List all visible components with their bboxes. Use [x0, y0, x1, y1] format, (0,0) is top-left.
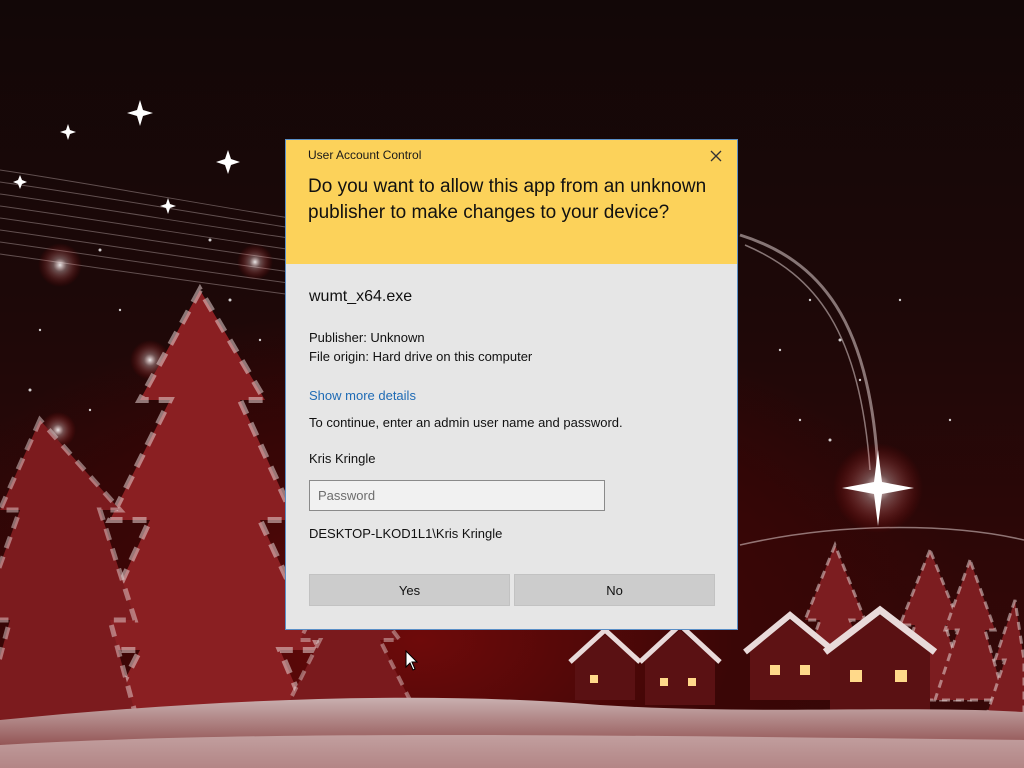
password-input[interactable]: [309, 480, 605, 511]
dialog-title: User Account Control: [308, 148, 422, 162]
arrow-cursor-icon: [405, 650, 419, 671]
app-name: wumt_x64.exe: [309, 288, 413, 305]
continue-instructions: To continue, enter an admin user name an…: [309, 415, 623, 430]
star-icon: [13, 100, 240, 214]
file-origin-text: File origin: Hard drive on this computer: [309, 349, 533, 364]
yes-button[interactable]: Yes: [309, 574, 510, 606]
uac-header: User Account Control Do you want to allo…: [286, 140, 737, 264]
no-button[interactable]: No: [514, 574, 715, 606]
desktop-background: User Account Control Do you want to allo…: [0, 0, 1024, 768]
cottage-icon: [568, 626, 642, 700]
close-icon: [710, 150, 722, 162]
star-glow: [237, 244, 273, 280]
uac-question: Do you want to allow this app from an un…: [308, 176, 707, 223]
show-more-details-link[interactable]: Show more details: [309, 388, 416, 403]
user-name-label: Kris Kringle: [309, 451, 376, 466]
close-button[interactable]: [703, 144, 729, 168]
cottage-icon: [638, 621, 722, 705]
snow-ground: [0, 735, 1024, 768]
star-glow: [38, 243, 82, 287]
domain-user-text: DESKTOP-LKOD1L1\Kris Kringle: [309, 526, 503, 541]
uac-dialog: User Account Control Do you want to allo…: [285, 139, 738, 630]
publisher-text: Publisher: Unknown: [309, 330, 425, 345]
